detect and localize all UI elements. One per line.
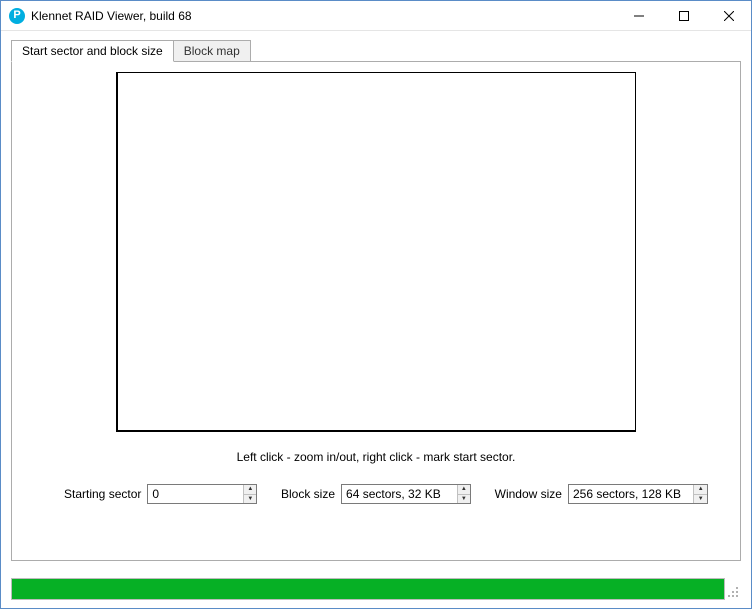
tab-start-sector[interactable]: Start sector and block size xyxy=(11,40,174,62)
window-size-input[interactable] xyxy=(569,485,693,503)
close-button[interactable] xyxy=(706,1,751,30)
chart-hint: Left click - zoom in/out, right click - … xyxy=(24,450,728,464)
block-size-spinner[interactable]: ▲ ▼ xyxy=(341,484,471,504)
spin-buttons: ▲ ▼ xyxy=(457,485,470,503)
block-size-label: Block size xyxy=(281,487,335,501)
tab-block-map[interactable]: Block map xyxy=(174,40,251,62)
minimize-button[interactable] xyxy=(616,1,661,30)
tab-label: Start sector and block size xyxy=(22,44,163,58)
spin-down-icon[interactable]: ▼ xyxy=(694,495,707,504)
tab-panel: Left click - zoom in/out, right click - … xyxy=(11,61,741,561)
tab-label: Block map xyxy=(184,44,240,58)
titlebar: P Klennet RAID Viewer, build 68 xyxy=(1,1,751,31)
statusbar xyxy=(11,578,741,600)
spin-buttons: ▲ ▼ xyxy=(693,485,707,503)
client-area: Start sector and block size Block map Le… xyxy=(1,31,751,561)
starting-sector-label: Starting sector xyxy=(64,487,141,501)
progress-bar xyxy=(11,578,725,600)
form-row: Starting sector ▲ ▼ Block size ▲ ▼ xyxy=(24,484,728,504)
spin-down-icon[interactable]: ▼ xyxy=(458,495,470,504)
field-starting-sector: Starting sector ▲ ▼ xyxy=(64,484,257,504)
spin-up-icon[interactable]: ▲ xyxy=(458,485,470,495)
window-title: Klennet RAID Viewer, build 68 xyxy=(31,9,616,23)
field-block-size: Block size ▲ ▼ xyxy=(281,484,471,504)
field-window-size: Window size ▲ ▼ xyxy=(495,484,708,504)
starting-sector-input[interactable] xyxy=(148,485,243,503)
maximize-button[interactable] xyxy=(661,1,706,30)
spin-buttons: ▲ ▼ xyxy=(243,485,256,503)
spin-up-icon[interactable]: ▲ xyxy=(694,485,707,495)
window-size-spinner[interactable]: ▲ ▼ xyxy=(568,484,708,504)
block-size-input[interactable] xyxy=(342,485,457,503)
app-icon: P xyxy=(9,8,25,24)
window-buttons xyxy=(616,1,751,30)
chart[interactable] xyxy=(116,72,636,432)
starting-sector-spinner[interactable]: ▲ ▼ xyxy=(147,484,257,504)
tabstrip: Start sector and block size Block map xyxy=(11,39,741,61)
spin-up-icon[interactable]: ▲ xyxy=(244,485,256,495)
spin-down-icon[interactable]: ▼ xyxy=(244,495,256,504)
window-size-label: Window size xyxy=(495,487,562,501)
resize-grip-icon[interactable] xyxy=(725,578,741,600)
